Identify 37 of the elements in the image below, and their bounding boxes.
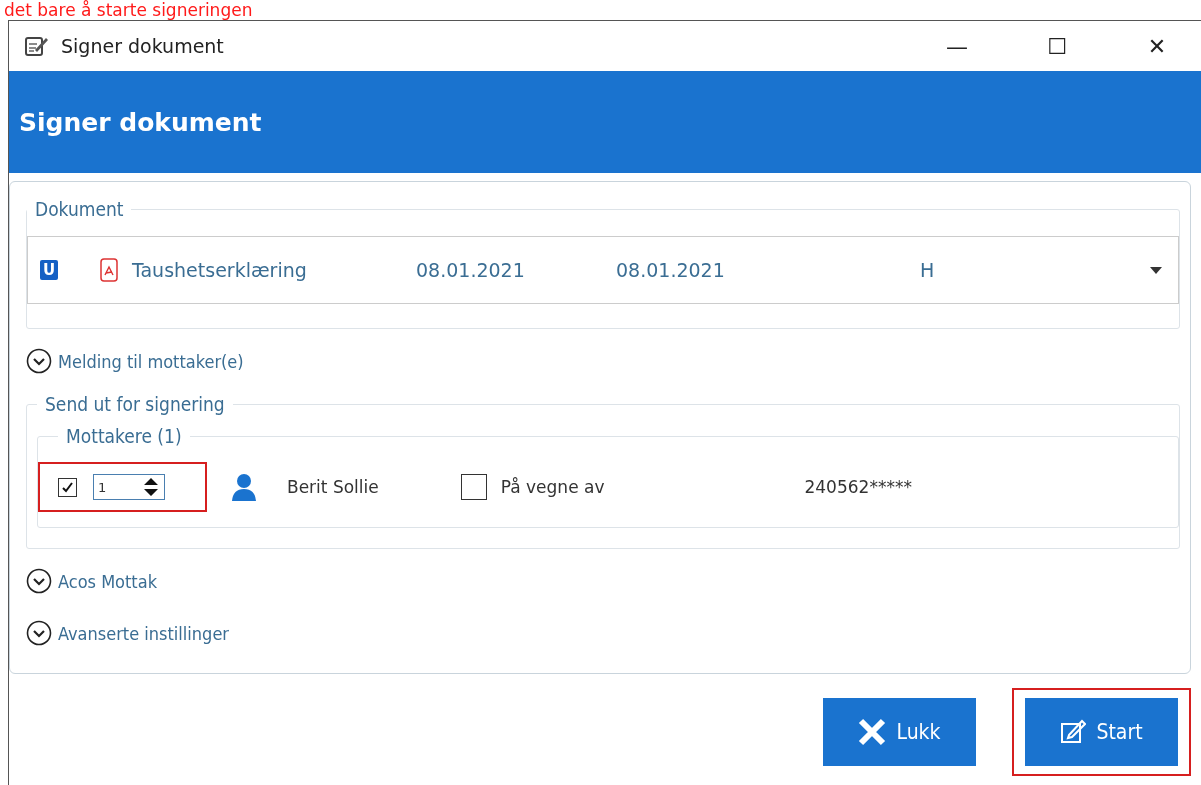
date-text: 08.01.2021 bbox=[416, 259, 526, 281]
group-legend: Mottakere (1) bbox=[58, 425, 190, 447]
type-text: H bbox=[920, 259, 936, 281]
chevron-circle-icon bbox=[26, 568, 52, 594]
checkmark-icon bbox=[61, 480, 74, 494]
group-legend: Dokument bbox=[27, 198, 132, 220]
spinner-arrows-icon bbox=[142, 477, 160, 497]
caption-text: det bare å starte signeringen bbox=[3, 0, 254, 20]
close-button[interactable]: ✕ bbox=[1113, 21, 1201, 71]
window-title: Signer dokument bbox=[61, 35, 225, 57]
checkbox[interactable] bbox=[460, 474, 487, 500]
expand-toggle[interactable]: Acos Mottak bbox=[26, 561, 1180, 601]
id-number: 240562***** bbox=[804, 477, 912, 497]
checkbox-label: På vegne av bbox=[500, 477, 605, 497]
checkbox[interactable] bbox=[58, 477, 77, 497]
document-name: Taushetserklæring bbox=[132, 259, 308, 281]
close-button[interactable]: Lukk bbox=[823, 698, 976, 766]
date-text: 08.01.2021 bbox=[616, 259, 726, 281]
person-icon bbox=[231, 473, 257, 501]
edit-document-icon bbox=[25, 35, 49, 57]
maximize-button[interactable]: ☐ bbox=[1013, 21, 1101, 71]
chevron-circle-icon bbox=[26, 620, 52, 646]
edit-icon bbox=[1060, 719, 1087, 745]
expand-toggle[interactable]: Avanserte instillinger bbox=[26, 613, 1180, 653]
header-title: Signer dokument bbox=[19, 107, 262, 137]
order-spinner[interactable]: 1 bbox=[93, 474, 165, 500]
recipient-name: Berit Sollie bbox=[287, 477, 379, 497]
document-row[interactable]: U Taushetserklæring 08.01.2021 08.01.2021 H bbox=[27, 236, 1179, 304]
chevron-circle-icon bbox=[26, 348, 52, 374]
dropdown-caret-icon[interactable] bbox=[1150, 266, 1162, 274]
expand-toggle[interactable]: Melding til mottaker(e) bbox=[26, 341, 1180, 381]
close-icon bbox=[858, 718, 887, 746]
minimize-button[interactable]: — bbox=[913, 21, 1001, 71]
pdf-file-icon bbox=[100, 258, 118, 282]
status-badge: U bbox=[40, 260, 58, 280]
group-legend: Send ut for signering bbox=[37, 393, 233, 415]
start-button[interactable]: Start bbox=[1025, 698, 1178, 766]
